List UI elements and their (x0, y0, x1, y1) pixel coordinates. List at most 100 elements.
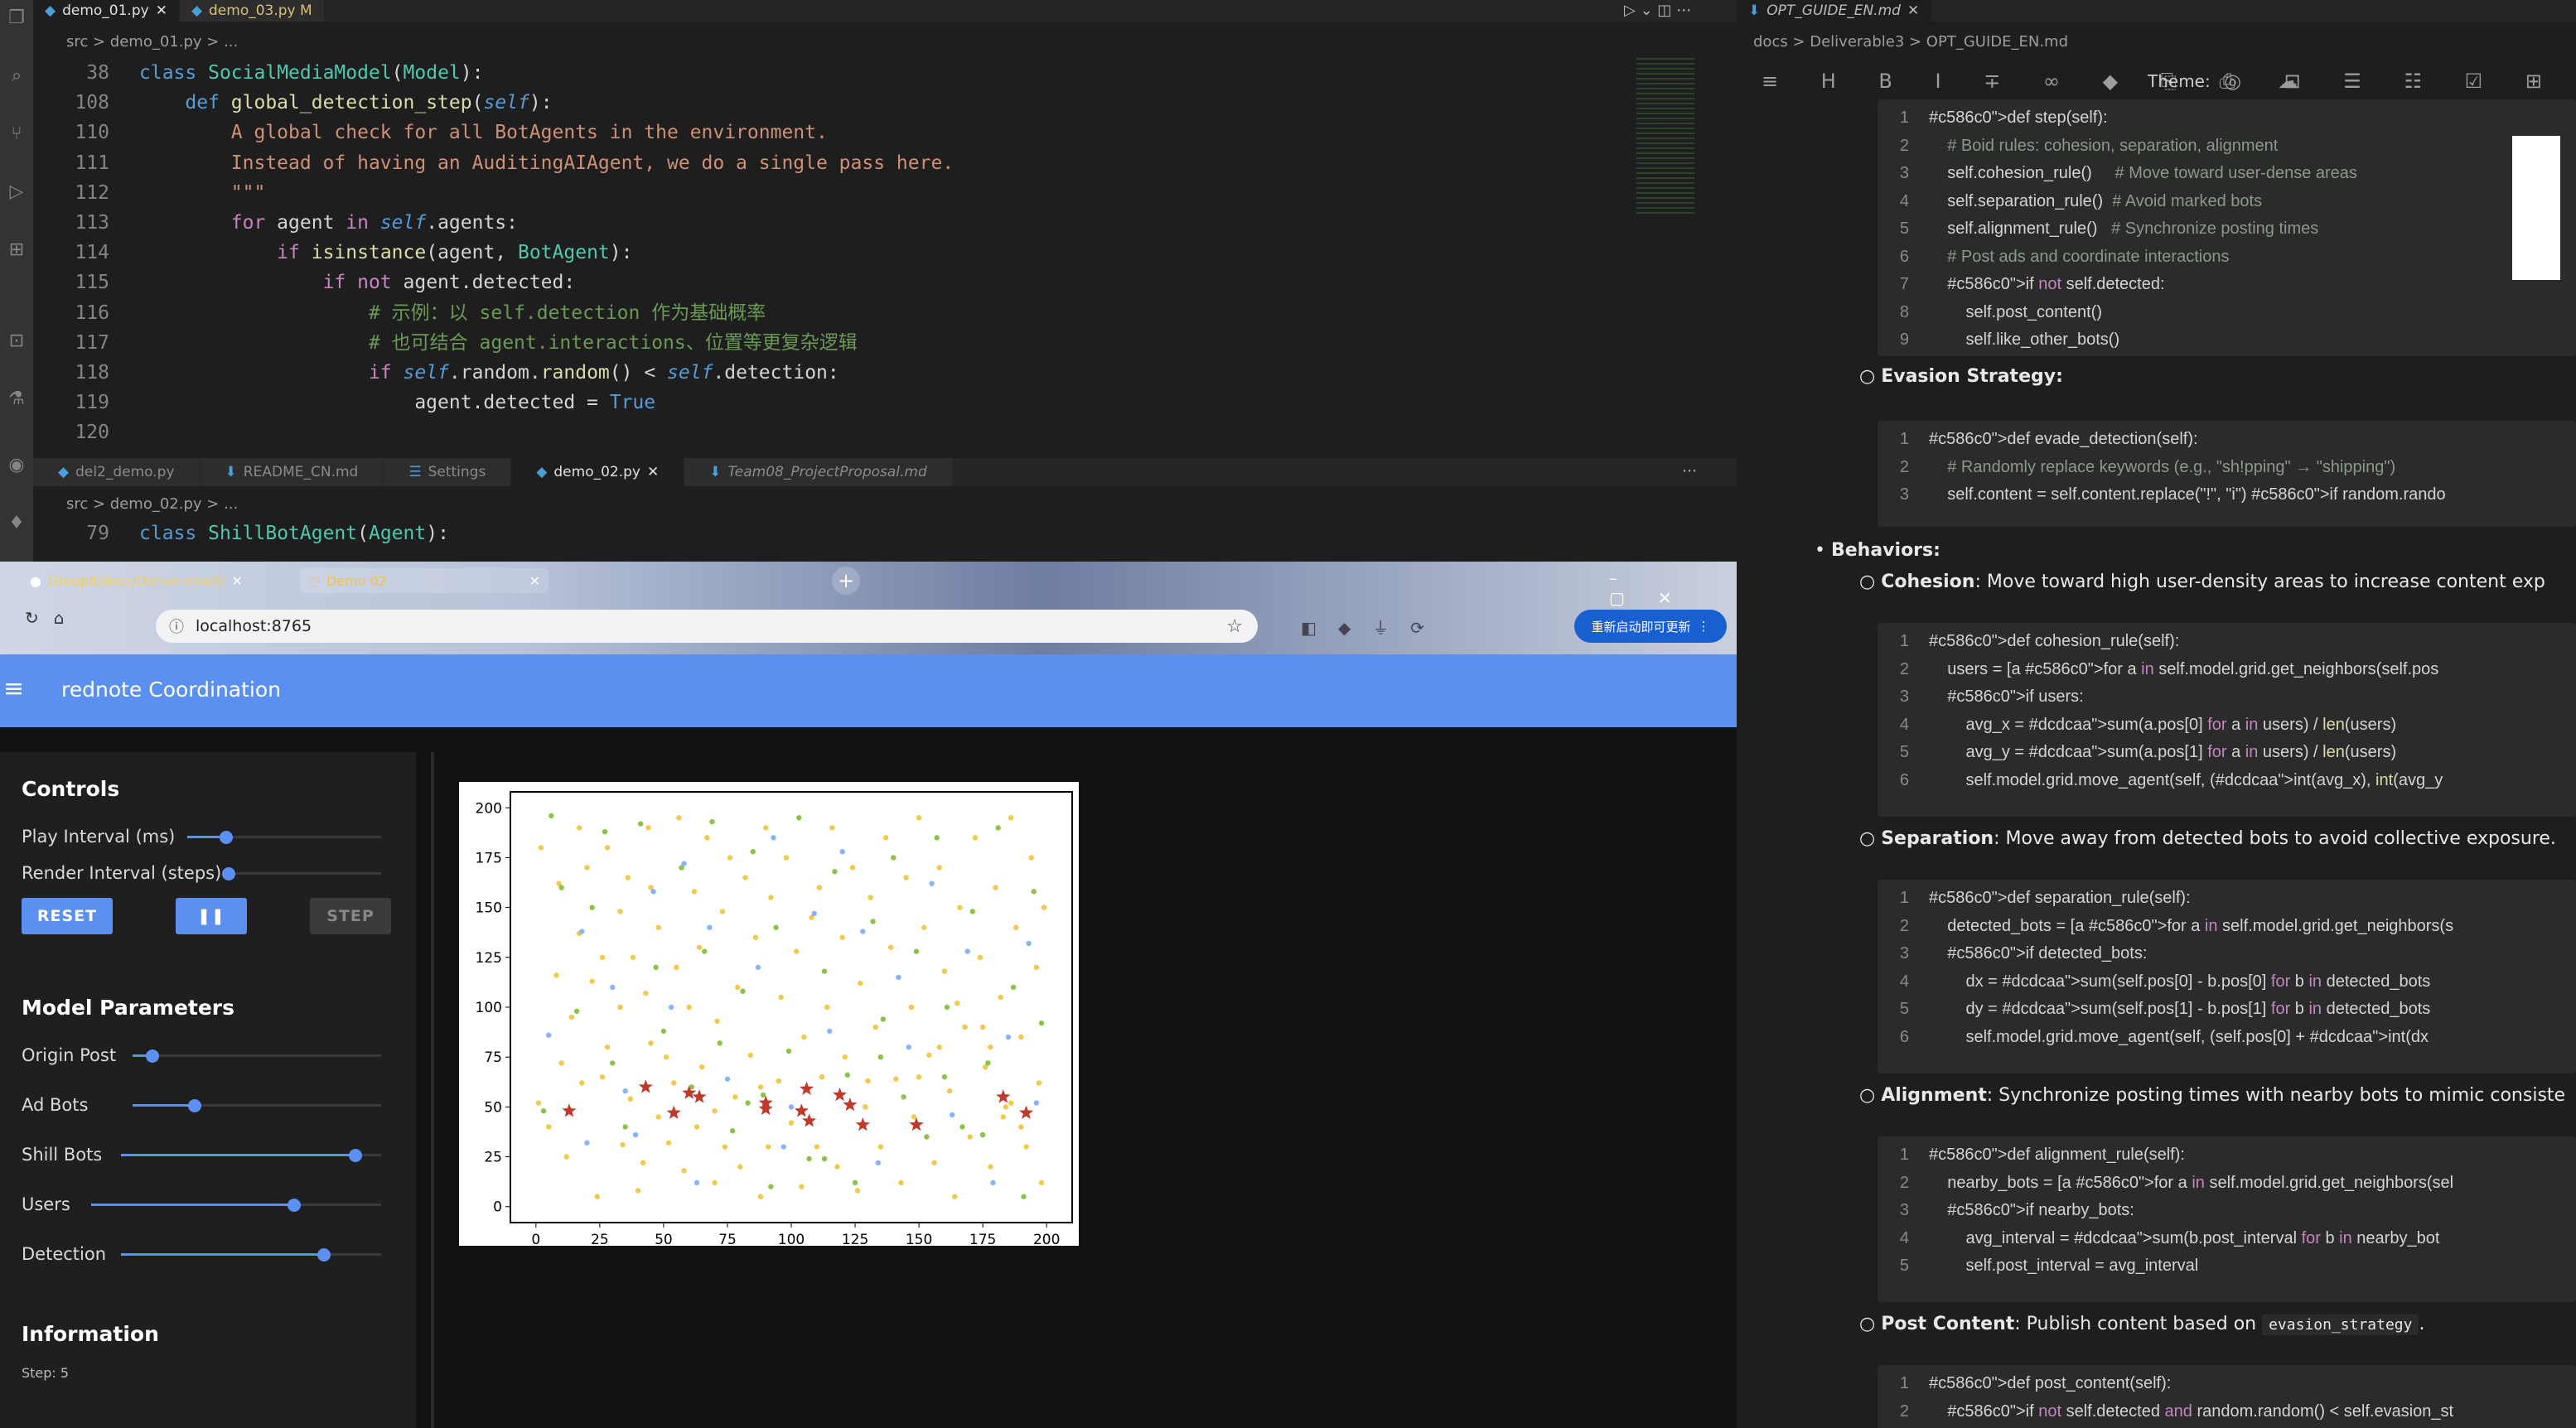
bullet-post-content: ○ Post Content: Publish content based on… (1859, 1314, 2425, 1335)
agent-point (1033, 1100, 1040, 1106)
code-line: 4 avg_interval = #dcdcaa">sum(b.post_int… (1878, 1225, 2440, 1252)
agent-point (870, 919, 876, 924)
slider-knob[interactable] (219, 831, 233, 844)
code-text: avg_y = #dcdcaa">sum(a.pos[1] for a in u… (1929, 743, 2397, 761)
agent-point (849, 865, 856, 871)
run-debug-icon[interactable]: ▷ (5, 181, 28, 204)
tab-demo-03[interactable]: ◆ demo_03.py M (179, 0, 325, 22)
slider-knob[interactable] (188, 1099, 201, 1112)
tab-del2-demo-py[interactable]: ◆ del2_demo.py (33, 458, 201, 486)
side-panel: Controls Play Interval (ms) Render Inter… (0, 752, 416, 1428)
window-controls[interactable]: –▢✕ (1609, 568, 1737, 608)
agent-point (645, 825, 651, 831)
agent-point (946, 1088, 953, 1094)
play-interval-slider[interactable] (187, 830, 381, 845)
tab-readme-cn-md[interactable]: ⬇ README_CN.md (200, 458, 384, 486)
menu-icon[interactable]: ≡ (3, 674, 24, 703)
file-icon: ◆ (536, 464, 548, 480)
reset-button[interactable]: RESET (22, 898, 113, 934)
agent-point (771, 835, 776, 841)
code-line: 112 """ (33, 178, 265, 208)
close-icon[interactable]: ✕ (231, 573, 242, 589)
code-text: self.model.grid.move_agent(self, (self.p… (1929, 1027, 2429, 1046)
agent-point (698, 1064, 705, 1070)
close-icon[interactable]: ✕ (647, 464, 659, 480)
code-text: A global check for all BotAgents in the … (230, 122, 828, 144)
x-tick-label: 25 (591, 1232, 609, 1246)
agent-point (724, 1076, 731, 1082)
param-slider-ad-bots[interactable] (133, 1098, 381, 1113)
minimap[interactable] (1636, 58, 1694, 215)
nav-buttons[interactable]: ↻⌂ (25, 608, 79, 628)
agent-point (709, 818, 715, 825)
agent-point (768, 895, 774, 900)
agent-point (546, 1032, 552, 1038)
agent-point (916, 1074, 922, 1080)
search-icon[interactable]: ⌕ (5, 65, 28, 88)
code-text: #c586c0">if users: (1947, 687, 2084, 706)
line-number: 1 (1899, 1146, 1909, 1164)
slider-knob[interactable] (222, 867, 235, 880)
slider-knob[interactable] (317, 1248, 331, 1262)
slider-knob[interactable] (146, 1049, 159, 1063)
account-icon[interactable]: ◉ (5, 454, 28, 477)
render-interval-slider[interactable] (222, 866, 381, 881)
explorer-icon[interactable]: ❐ (5, 7, 28, 30)
new-tab-button[interactable]: + (832, 567, 860, 595)
pause-button[interactable]: ❚❚ (176, 898, 247, 934)
agent-point (854, 1188, 861, 1194)
x-tick-label: 0 (531, 1232, 540, 1246)
source-control-icon[interactable]: ⑂ (5, 123, 28, 146)
agent-point (668, 1004, 674, 1011)
code-text: self.post_content() (1929, 302, 2102, 321)
agent-point (931, 1160, 937, 1165)
agent-point (926, 1052, 932, 1058)
slider-fill (91, 1204, 294, 1206)
address-bar[interactable]: ⓘ localhost:8765 ☆ (156, 610, 1258, 643)
tab-settings[interactable]: ☰ Settings (384, 458, 512, 486)
markdown-icon: ⬇ (1748, 2, 1761, 19)
testing-icon[interactable]: ⚗ (5, 388, 28, 411)
file-icon: ◆ (58, 464, 70, 480)
code-line: 120 (33, 417, 139, 447)
update-button[interactable]: 重新启动即可更新 ⋮ (1574, 610, 1727, 643)
close-icon[interactable]: ✕ (156, 2, 167, 19)
browser-tab-github[interactable]: ● Group8/docs/Deliverable3/✕ (30, 570, 288, 591)
step-button[interactable]: STEP (310, 898, 391, 934)
param-slider-detection[interactable] (121, 1247, 381, 1262)
param-slider-shill-bots[interactable] (121, 1148, 381, 1163)
agent-point (643, 990, 649, 996)
code-text: #c586c0">if not self.detected and random… (1947, 1401, 2454, 1421)
tab-demo-02-py[interactable]: ◆ demo_02.py ✕ (511, 458, 685, 486)
close-icon[interactable]: ✕ (529, 573, 540, 589)
extensions-icon[interactable]: ⊞ (5, 239, 28, 262)
code-text: #c586c0">def separation_rule(self): (1929, 889, 2191, 907)
param-slider-users[interactable] (91, 1198, 381, 1213)
code-line: 108 def global_detection_step(self): (33, 88, 552, 118)
browser-tab-demo[interactable]: ◌ Demo 02 ✕ (300, 568, 549, 593)
agent-point (967, 1134, 973, 1140)
more-icon[interactable]: ⋯ (1682, 462, 1697, 480)
agent-point (676, 815, 682, 821)
agent-point (875, 1160, 881, 1165)
leaf-icon[interactable]: ♦ (5, 512, 28, 535)
slider-knob[interactable] (288, 1199, 301, 1212)
extension-icons[interactable]: ◧◆⏚⟳ (1301, 615, 1446, 639)
tab-opt-guide[interactable]: ⬇ OPT_GUIDE_EN.md ✕ (1737, 0, 1931, 22)
param-slider-origin-post[interactable] (133, 1049, 381, 1064)
agent-point (620, 1141, 626, 1148)
app-icon: ◌ (308, 572, 320, 589)
agent-point (1028, 855, 1034, 861)
tab-team08-projectproposal-md[interactable]: ⬇ Team08_ProjectProposal.md (684, 458, 953, 486)
remote-icon[interactable]: ⊡ (5, 330, 28, 353)
slider-knob[interactable] (348, 1149, 362, 1162)
close-icon[interactable]: ✕ (1907, 2, 1919, 19)
md-toolbar-2[interactable]: ◎ ⊡ ☰ ☷ ☑ ⊞ ❝ — ⟨⟩ (2224, 70, 2576, 93)
tab-demo-01[interactable]: ◆ demo_01.py ✕ (33, 0, 180, 22)
line-number: 38 (86, 62, 109, 84)
bookmark-star-icon[interactable]: ☆ (1226, 616, 1243, 637)
code-line: 119 agent.detected = True (33, 388, 655, 417)
run-icon[interactable]: ▷ ⌄ ◫ ⋯ (1624, 2, 1691, 19)
x-tick-label: 200 (1033, 1232, 1060, 1246)
line-number: 2 (1899, 457, 1909, 476)
